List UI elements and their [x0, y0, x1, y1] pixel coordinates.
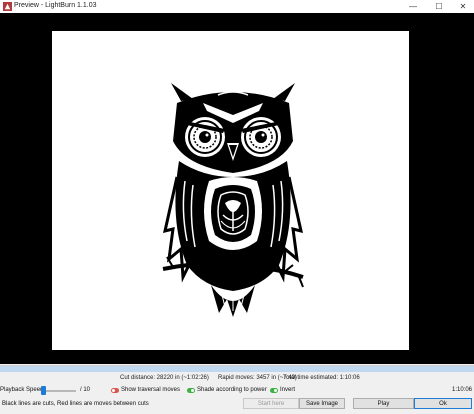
owl-artwork-image [162, 83, 304, 317]
preview-page [52, 31, 409, 350]
playback-speed-max: / 10 [80, 387, 91, 393]
play-button[interactable]: Play [353, 398, 414, 409]
playback-time-readout: 1:10:06 [452, 387, 473, 393]
cut-distance-text: Cut distance: 28220 in (~1:02:26) [120, 375, 209, 381]
footer-bar: Black lines are cuts, Red lines are move… [0, 397, 474, 414]
line-legend-text: Black lines are cuts, Red lines are move… [2, 401, 149, 407]
ok-button[interactable]: Ok [414, 398, 472, 409]
show-traversal-moves-toggle[interactable] [111, 388, 119, 393]
lightburn-logo-icon [3, 2, 12, 11]
playback-speed-slider-handle[interactable] [41, 386, 46, 395]
start-here-button[interactable]: Start here [243, 398, 299, 409]
playback-controls: Playback Speed / 10 Show traversal moves… [0, 385, 474, 396]
close-button[interactable]: ✕ [450, 0, 474, 13]
playback-progress-fill [0, 366, 474, 372]
save-image-button[interactable]: Save Image [299, 398, 345, 409]
maximize-button[interactable]: ☐ [426, 0, 452, 13]
playback-speed-label: Playback Speed [0, 387, 44, 393]
window-title: Preview - LightBurn 1.1.03 [14, 2, 97, 9]
shade-according-to-power-label: Shade according to power [197, 387, 267, 393]
invert-toggle[interactable] [270, 388, 278, 393]
playback-progress-bar[interactable] [0, 365, 474, 372]
show-traversal-moves-label: Show traversal moves [121, 387, 181, 393]
shade-according-to-power-toggle[interactable] [187, 388, 195, 393]
job-stats: Cut distance: 28220 in (~1:02:26) Rapid … [0, 375, 474, 384]
minimize-button[interactable]: — [400, 0, 426, 13]
playback-speed-slider[interactable] [42, 390, 76, 392]
preview-viewport[interactable] [0, 13, 474, 364]
title-bar: Preview - LightBurn 1.1.03 — ☐ ✕ [0, 0, 474, 13]
total-time-text: Total time estimated: 1:10:06 [283, 375, 360, 381]
invert-label: Invert [280, 387, 296, 393]
